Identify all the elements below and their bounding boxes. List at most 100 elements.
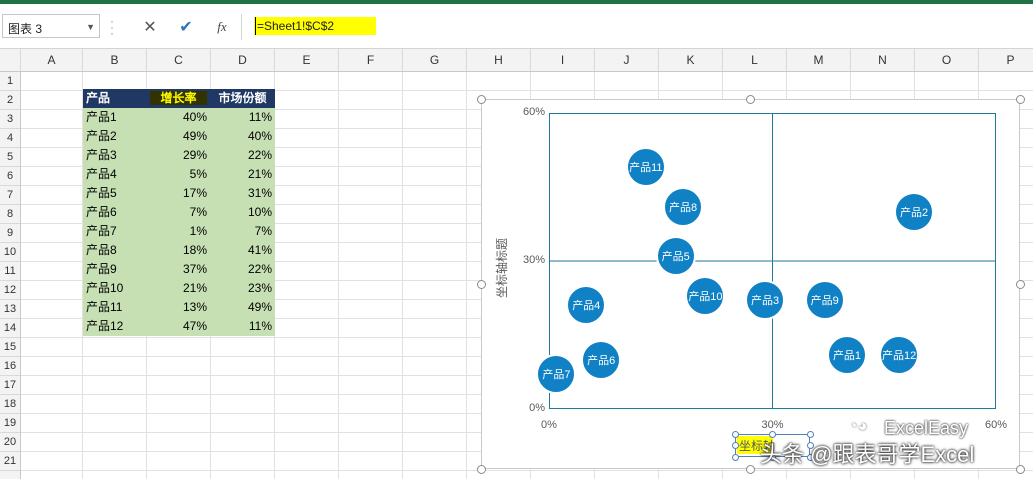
resize-handle[interactable] [476,279,486,289]
column-header[interactable]: L [723,49,787,71]
table-cell[interactable]: 47% [147,317,210,336]
data-bubble[interactable]: 产品2 [894,191,935,232]
y-axis-title[interactable]: 坐标轴标题 [493,238,510,298]
data-bubble[interactable]: 产品9 [804,280,845,321]
data-bubble[interactable]: 产品11 [625,147,666,188]
table-cell[interactable]: 产品12 [83,317,147,336]
table-cell[interactable]: 22% [210,260,275,279]
row-header[interactable]: 18 [0,395,20,414]
data-bubble[interactable]: 产品5 [655,236,696,277]
title-resize-handle[interactable] [731,453,739,461]
resize-handle[interactable] [746,94,755,104]
column-header[interactable]: G [403,49,467,71]
column-header[interactable]: A [21,49,83,71]
table-cell[interactable]: 7% [147,203,210,222]
row-header[interactable]: 20 [0,433,20,452]
row-header[interactable]: 6 [0,167,20,186]
table-header-cell[interactable]: 增长率 [147,89,210,108]
table-cell[interactable]: 11% [210,108,275,127]
table-cell[interactable]: 31% [210,184,275,203]
column-header[interactable]: I [531,49,595,71]
table-cell[interactable]: 产品5 [83,184,147,203]
select-all-corner[interactable] [0,49,21,71]
confirm-icon[interactable]: ✔ [172,16,200,38]
row-header[interactable]: 14 [0,319,20,338]
resize-handle[interactable] [1015,279,1025,289]
resize-handle[interactable] [476,464,486,474]
table-cell[interactable]: 41% [210,241,275,260]
table-cell[interactable]: 产品9 [83,260,147,279]
table-cell[interactable]: 21% [210,165,275,184]
column-header[interactable]: H [467,49,531,71]
table-cell[interactable]: 17% [147,184,210,203]
column-header[interactable]: P [979,49,1033,71]
resize-handle[interactable] [746,464,755,474]
row-header[interactable]: 4 [0,129,20,148]
row-header[interactable]: 9 [0,224,20,243]
column-header[interactable]: C [147,49,211,71]
column-header[interactable]: D [211,49,275,71]
formula-input[interactable]: =Sheet1!$C$2 [241,14,1033,40]
cancel-icon[interactable]: ✕ [136,16,164,38]
chevron-down-icon[interactable]: ▼ [86,22,95,32]
resize-handle[interactable] [1015,464,1025,474]
table-cell[interactable]: 产品7 [83,222,147,241]
column-header[interactable]: F [339,49,403,71]
data-bubble[interactable]: 产品12 [879,334,920,375]
data-bubble[interactable]: 产品8 [663,186,704,227]
column-header[interactable]: B [83,49,147,71]
row-header[interactable]: 21 [0,452,20,471]
row-header[interactable]: 5 [0,148,20,167]
row-header[interactable]: 12 [0,281,20,300]
table-cell[interactable]: 产品2 [83,127,147,146]
table-header-cell[interactable]: 市场份额 [210,89,275,108]
table-cell[interactable]: 1% [147,222,210,241]
resize-handle[interactable] [1015,94,1025,104]
row-header[interactable]: 8 [0,205,20,224]
table-cell[interactable]: 产品4 [83,165,147,184]
row-header[interactable]: 1 [0,72,20,91]
row-header[interactable]: 2 [0,91,20,110]
row-header[interactable]: 11 [0,262,20,281]
column-header[interactable]: J [595,49,659,71]
table-cell[interactable]: 产品3 [83,146,147,165]
table-cell[interactable]: 产品6 [83,203,147,222]
table-cell[interactable]: 产品10 [83,279,147,298]
table-cell[interactable]: 产品1 [83,108,147,127]
table-cell[interactable]: 37% [147,260,210,279]
table-cell[interactable]: 23% [210,279,275,298]
table-cell[interactable]: 29% [147,146,210,165]
column-header[interactable]: O [915,49,979,71]
data-bubble[interactable]: 产品1 [827,334,867,375]
column-header[interactable]: N [851,49,915,71]
table-cell[interactable]: 21% [147,279,210,298]
row-header[interactable]: 15 [0,338,20,357]
title-resize-handle[interactable] [731,430,739,438]
table-cell[interactable]: 10% [210,203,275,222]
table-cell[interactable]: 49% [147,127,210,146]
row-header[interactable]: 3 [0,110,20,129]
insert-function-icon[interactable]: fx [208,16,236,38]
column-header[interactable]: M [787,49,851,71]
more-options-icon[interactable]: · · · [110,15,114,39]
table-header-cell[interactable]: 产品 [83,89,147,108]
row-header[interactable]: 19 [0,414,20,433]
data-bubble[interactable]: 产品10 [685,275,726,316]
row-header[interactable]: 16 [0,357,20,376]
data-bubble[interactable]: 产品6 [581,339,622,380]
table-cell[interactable]: 13% [147,298,210,317]
title-resize-handle[interactable] [731,442,739,449]
row-header[interactable]: 7 [0,186,20,205]
table-cell[interactable]: 49% [210,298,275,317]
table-cell[interactable]: 产品11 [83,298,147,317]
table-cell[interactable]: 40% [147,108,210,127]
row-header[interactable]: 13 [0,300,20,319]
row-header[interactable]: 10 [0,243,20,262]
table-cell[interactable]: 5% [147,165,210,184]
table-cell[interactable]: 22% [210,146,275,165]
column-header[interactable]: E [275,49,339,71]
table-cell[interactable]: 产品8 [83,241,147,260]
table-cell[interactable]: 18% [147,241,210,260]
table-cell[interactable]: 7% [210,222,275,241]
resize-handle[interactable] [476,94,486,104]
